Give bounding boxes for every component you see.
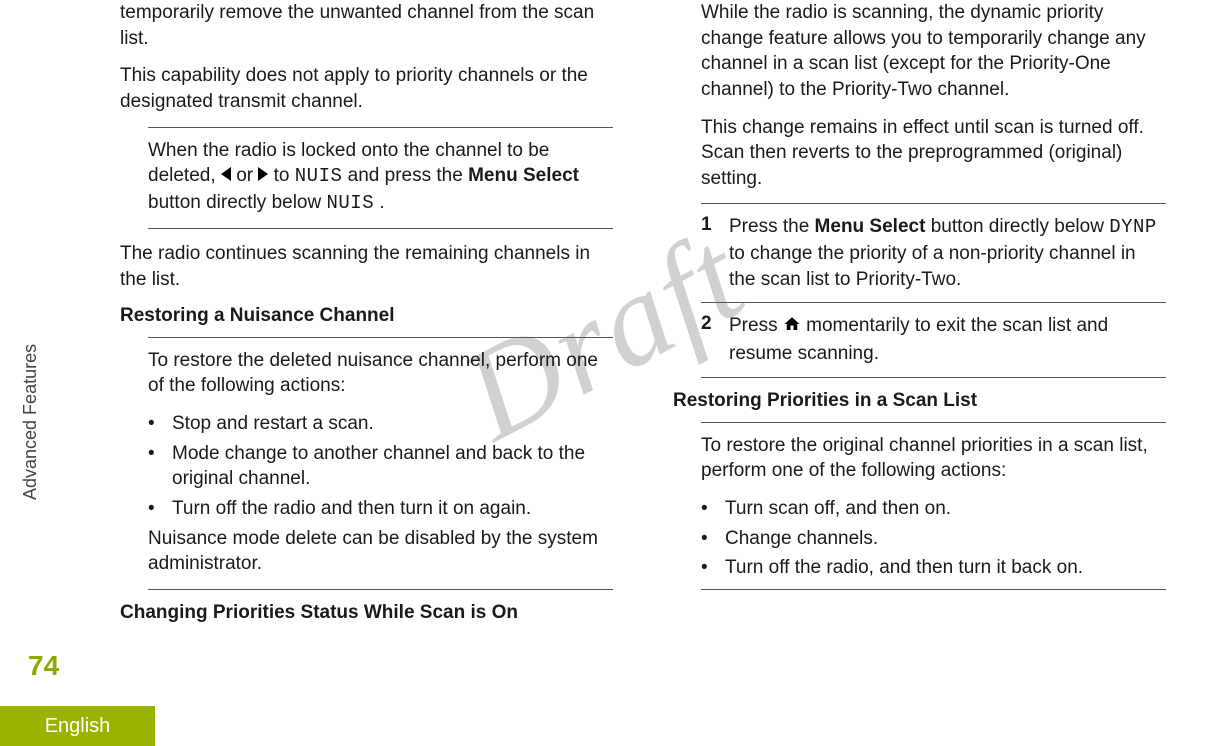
list-text: Change channels. — [725, 526, 878, 552]
language-tab: English — [0, 706, 155, 746]
bullet-icon: • — [701, 555, 725, 581]
numbered-step: 2 Press momentarily to exit the scan lis… — [701, 313, 1166, 366]
softkey-label: NUIS — [295, 165, 343, 187]
list-item: • Turn off the radio, and then turn it b… — [701, 555, 1166, 581]
bullet-list: • Turn scan off, and then on. • Change c… — [701, 496, 1166, 581]
key-name: Menu Select — [815, 216, 926, 237]
procedure-block: When the radio is locked onto the channe… — [120, 127, 613, 230]
step-number: 1 — [701, 214, 729, 236]
divider — [701, 377, 1166, 378]
divider — [701, 422, 1166, 423]
step-text: Press the Menu Select button directly be… — [729, 214, 1166, 292]
text-fragment: button directly below — [148, 192, 327, 213]
bullet-list: • Stop and restart a scan. • Mode change… — [148, 411, 613, 522]
step-text: When the radio is locked onto the channe… — [148, 138, 613, 217]
section-label: Advanced Features — [20, 344, 41, 500]
list-text: Mode change to another channel and back … — [172, 441, 613, 492]
text-fragment: . — [379, 192, 384, 213]
divider — [148, 589, 613, 590]
home-icon — [783, 315, 801, 341]
bullet-icon: • — [148, 496, 172, 522]
step-number: 2 — [701, 313, 729, 335]
body-text: This change remains in effect until scan… — [673, 115, 1166, 192]
arrow-left-icon — [221, 167, 231, 181]
numbered-step: 1 Press the Menu Select button directly … — [701, 214, 1166, 292]
text-fragment: to change the priority of a non-priority… — [729, 243, 1136, 290]
subheading: Restoring a Nuisance Channel — [120, 305, 613, 327]
softkey-label: NUIS — [327, 192, 375, 214]
bullet-icon: • — [701, 496, 725, 522]
list-text: Turn scan off, and then on. — [725, 496, 951, 522]
page-number: 74 — [28, 650, 59, 682]
body-text: This capability does not apply to priori… — [120, 63, 613, 114]
procedure-block: To restore the deleted nuisance channel,… — [120, 337, 613, 590]
divider — [701, 203, 1166, 204]
body-text: temporarily remove the unwanted channel … — [120, 0, 613, 51]
divider — [148, 127, 613, 128]
list-text: Turn off the radio, and then turn it bac… — [725, 555, 1083, 581]
step-text: Press momentarily to exit the scan list … — [729, 313, 1166, 366]
list-text: Turn off the radio and then turn it on a… — [172, 496, 531, 522]
manual-page: Advanced Features 74 English Draft tempo… — [0, 0, 1206, 746]
subheading: Changing Priorities Status While Scan is… — [120, 602, 613, 624]
body-text: To restore the deleted nuisance channel,… — [148, 348, 613, 399]
body-text: Nuisance mode delete can be disabled by … — [148, 526, 613, 577]
divider — [701, 589, 1166, 590]
subheading: Restoring Priorities in a Scan List — [673, 390, 1166, 412]
list-item: • Stop and restart a scan. — [148, 411, 613, 437]
divider — [701, 302, 1166, 303]
softkey-label: DYNP — [1109, 216, 1157, 238]
procedure-block: 1 Press the Menu Select button directly … — [673, 203, 1166, 377]
arrow-right-icon — [258, 167, 268, 181]
list-item: • Turn scan off, and then on. — [701, 496, 1166, 522]
text-fragment: Press — [729, 315, 783, 336]
content-columns: temporarily remove the unwanted channel … — [120, 0, 1166, 630]
bullet-icon: • — [148, 441, 172, 467]
divider — [148, 228, 613, 229]
list-text: Stop and restart a scan. — [172, 411, 374, 437]
bullet-icon: • — [701, 526, 725, 552]
text-fragment: and press the — [348, 165, 468, 186]
text-fragment: button directly below — [931, 216, 1110, 237]
text-fragment: or — [236, 165, 258, 186]
text-fragment: Press the — [729, 216, 815, 237]
body-text: The radio continues scanning the remaini… — [120, 241, 613, 292]
text-fragment: to — [274, 165, 295, 186]
bullet-icon: • — [148, 411, 172, 437]
divider — [148, 337, 613, 338]
list-item: • Turn off the radio and then turn it on… — [148, 496, 613, 522]
key-name: Menu Select — [468, 165, 579, 186]
list-item: • Change channels. — [701, 526, 1166, 552]
body-text: While the radio is scanning, the dynamic… — [673, 0, 1166, 103]
body-text: To restore the original channel prioriti… — [701, 433, 1166, 484]
list-item: • Mode change to another channel and bac… — [148, 441, 613, 492]
procedure-block: To restore the original channel prioriti… — [673, 422, 1166, 590]
